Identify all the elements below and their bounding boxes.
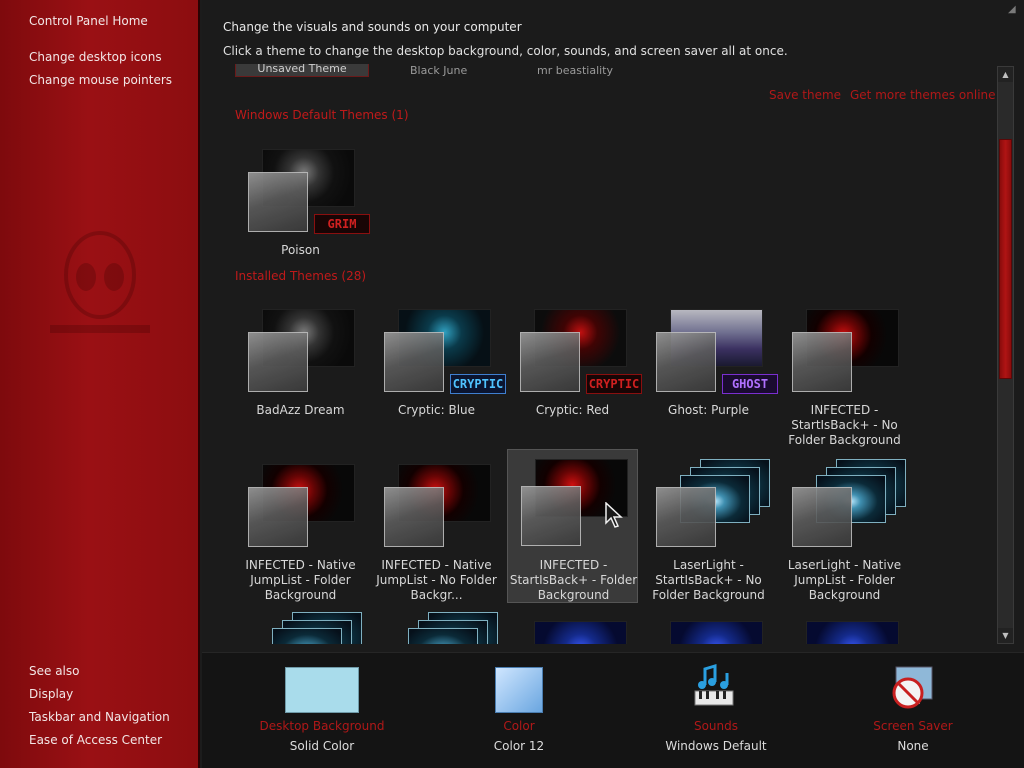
page-subtitle: Click a theme to change the desktop back… (223, 44, 788, 58)
theme-name: Cryptic: Red (535, 403, 610, 417)
desktop-background-swatch (285, 667, 359, 713)
theme-name: INFECTED - StartIsBack+ - Folder Backgro… (509, 558, 638, 602)
theme-list-scrollbar[interactable]: ▲ ▼ (997, 66, 1014, 644)
theme-preview (806, 621, 899, 644)
theme-partial[interactable] (507, 616, 638, 644)
desktop-background-button[interactable]: Desktop Background Solid Color (232, 653, 412, 768)
theme-infected-startisback-no-folder[interactable]: INFECTED - StartIsBack+ - No Folder Back… (779, 304, 910, 456)
theme-infected-startisback-folder[interactable]: INFECTED - StartIsBack+ - Folder Backgro… (507, 449, 638, 603)
theme-name: Cryptic: Blue (397, 403, 476, 417)
theme-laserlight-native-folder[interactable]: LaserLight - Native JumpList - Folder Ba… (779, 459, 910, 611)
window-color-preview (792, 332, 852, 392)
installed-themes-heading: Installed Themes (28) (235, 269, 367, 283)
theme-name: LaserLight - Native JumpList - Folder Ba… (787, 558, 902, 602)
theme-unsaved[interactable]: Unsaved Theme (235, 64, 369, 77)
screen-saver-icon (892, 666, 933, 709)
scroll-up-icon[interactable]: ▲ (998, 67, 1013, 82)
alienware-watermark-icon (50, 231, 150, 333)
window-color-preview (384, 487, 444, 547)
theme-black-june[interactable]: Black June (410, 64, 467, 76)
sounds-title: Sounds (693, 719, 739, 733)
sounds-value: Windows Default (665, 739, 767, 753)
screen-saver-title: Screen Saver (873, 719, 953, 733)
change-desktop-icons-link[interactable]: Change desktop icons (29, 50, 162, 64)
theme-badge: GRIM (314, 214, 370, 234)
theme-name: LaserLight - StartIsBack+ - No Folder Ba… (652, 558, 765, 602)
theme-name: INFECTED - Native JumpList - Folder Back… (245, 558, 356, 602)
theme-infected-native-folder[interactable]: INFECTED - Native JumpList - Folder Back… (235, 459, 366, 611)
theme-name: Ghost: Purple (668, 403, 749, 417)
page-title: Change the visuals and sounds on your co… (223, 20, 522, 34)
see-also-heading: See also (29, 664, 80, 678)
window-corner-icon: ◢ (1008, 4, 1016, 15)
desktop-background-title: Desktop Background (259, 719, 385, 733)
mouse-cursor-icon (605, 502, 623, 528)
theme-laserlight-startisback-no-folder[interactable]: LaserLight - StartIsBack+ - No Folder Ba… (643, 459, 774, 611)
sounds-button[interactable]: Sounds Windows Default (626, 653, 806, 768)
theme-name: INFECTED - StartIsBack+ - No Folder Back… (788, 403, 901, 447)
color-button[interactable]: Color Color 12 (429, 653, 609, 768)
theme-badge: CRYPTIC (450, 374, 506, 394)
theme-list: Unsaved Theme Black June mr beastiality … (223, 64, 998, 644)
windows-default-themes-heading: Windows Default Themes (1) (235, 108, 409, 122)
theme-mr-beastiality[interactable]: mr beastiality (537, 64, 613, 76)
theme-partial[interactable] (371, 612, 502, 644)
color-value: Color 12 (493, 739, 545, 753)
window-color-preview (792, 487, 852, 547)
window-color-preview (248, 332, 308, 392)
theme-name: Poison (281, 243, 320, 257)
display-link[interactable]: Display (29, 687, 73, 701)
theme-badge: GHOST (722, 374, 778, 394)
control-panel-home-link[interactable]: Control Panel Home (29, 14, 148, 28)
scrollbar-thumb[interactable] (999, 139, 1012, 379)
theme-preview (272, 628, 342, 644)
theme-preview (534, 621, 627, 644)
theme-cryptic-red[interactable]: CRYPTIC Cryptic: Red (507, 304, 642, 456)
scroll-down-icon[interactable]: ▼ (998, 628, 1013, 643)
theme-name: INFECTED - Native JumpList - No Folder B… (376, 558, 497, 602)
theme-name: BadAzz Dream (256, 403, 345, 417)
theme-badazz-dream[interactable]: BadAzz Dream (235, 304, 366, 456)
window-color-preview (656, 487, 716, 547)
theme-infected-native-no-folder[interactable]: INFECTED - Native JumpList - No Folder B… (371, 459, 502, 611)
theme-cryptic-blue[interactable]: CRYPTIC Cryptic: Blue (371, 304, 506, 456)
window-color-preview (248, 172, 308, 232)
change-mouse-pointers-link[interactable]: Change mouse pointers (29, 73, 172, 87)
window-color-preview (248, 487, 308, 547)
color-swatch (495, 667, 543, 713)
theme-ghost-purple[interactable]: GHOST Ghost: Purple (643, 304, 778, 456)
screen-saver-button[interactable]: Screen Saver None (823, 653, 1003, 768)
get-more-themes-link[interactable]: Get more themes online (850, 88, 996, 102)
desktop-background-value: Solid Color (289, 739, 355, 753)
theme-preview (670, 621, 763, 644)
screen-saver-value: None (897, 739, 929, 753)
taskbar-navigation-link[interactable]: Taskbar and Navigation (29, 710, 170, 724)
theme-partial[interactable] (643, 616, 774, 644)
window-color-preview (656, 332, 716, 392)
window-color-preview (521, 486, 581, 546)
window-color-preview (520, 332, 580, 392)
sounds-icon (694, 663, 734, 706)
theme-partial[interactable] (235, 612, 366, 644)
theme-settings-bar: Desktop Background Solid Color Color Col… (202, 652, 1024, 768)
theme-preview (408, 628, 478, 644)
color-title: Color (503, 719, 535, 733)
save-theme-link[interactable]: Save theme (769, 88, 841, 102)
sidebar: Control Panel Home Change desktop icons … (0, 0, 200, 768)
ease-of-access-link[interactable]: Ease of Access Center (29, 733, 162, 747)
window-color-preview (384, 332, 444, 392)
theme-partial[interactable] (779, 616, 910, 644)
theme-badge: CRYPTIC (586, 374, 642, 394)
